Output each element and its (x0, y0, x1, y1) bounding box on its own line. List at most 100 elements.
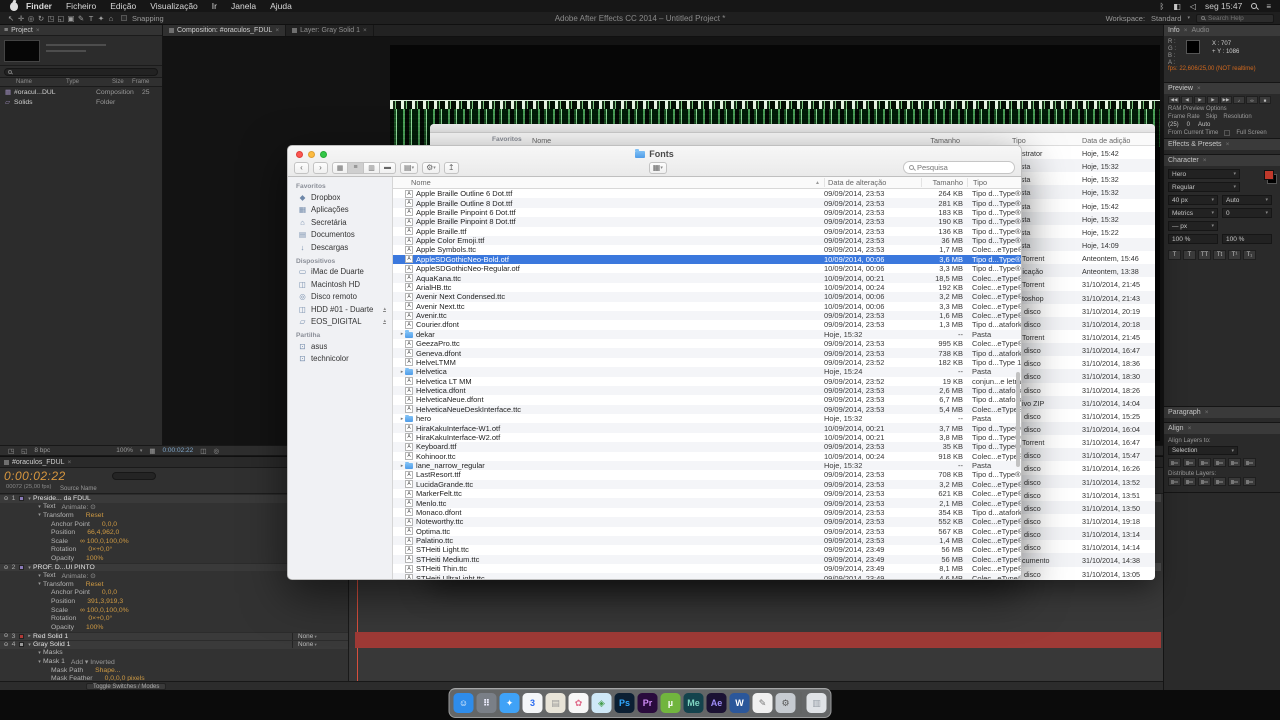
distribute-v-center-icon[interactable] (1183, 477, 1196, 486)
horizontal-scale-field[interactable]: 100 % (1222, 234, 1272, 244)
back-button[interactable]: ‹ (294, 161, 309, 174)
sidebar-item[interactable]: ▭ iMac de Duarte ▴ (288, 266, 392, 279)
timeline-row[interactable]: Scale ∞ 100,0,100,0% (0, 606, 348, 615)
tracking-value-field[interactable]: 0 ▾ (1222, 208, 1272, 218)
scrollbar[interactable] (1016, 372, 1020, 467)
safari-dock-icon[interactable]: ✦ (499, 693, 520, 713)
dock-icon[interactable]: 3 (522, 693, 543, 713)
dock-icon[interactable]: ✎ (752, 693, 773, 713)
file-row[interactable]: HiraKakuInterface-W1.otf 10/09/2014, 00:… (393, 423, 1021, 433)
ram-preview-icon[interactable]: ■ (1259, 96, 1271, 104)
timeline-row[interactable]: Rotation 0×+0,0° (0, 614, 348, 623)
file-row[interactable]: Apple Braille Pinpoint 6 Dot.ttf 09/09/2… (393, 208, 1021, 217)
file-row[interactable]: LastResort.ttf 09/09/2014, 23:53 708 KB … (393, 470, 1021, 479)
pen-tool-icon[interactable]: ✎ (76, 14, 86, 23)
extra-dropdown-button[interactable]: ▦ ▾ (648, 161, 667, 174)
paragraph-panel-title[interactable]: Paragraph (1168, 409, 1201, 416)
photos-dock-icon[interactable]: ✿ (568, 693, 589, 713)
timeline-row[interactable]: Anchor Point 0,0,0 (0, 589, 348, 598)
bit-depth[interactable]: 8 bpc (34, 447, 50, 454)
after-effects-dock-icon[interactable]: Ae (706, 693, 727, 713)
first-frame-icon[interactable]: ◀◀ (1168, 96, 1180, 104)
puppet-tool-icon[interactable]: ⌂ (106, 14, 116, 23)
file-row[interactable]: Palatino.ttc 09/09/2014, 23:53 1,4 MB Co… (393, 535, 1021, 546)
timeline-layer-bar[interactable] (355, 631, 1161, 640)
character-panel-title[interactable]: Character (1168, 157, 1199, 164)
notification-center-icon[interactable]: ≡ (1266, 2, 1272, 11)
column-view-icon[interactable]: ▥ (364, 161, 380, 174)
sidebar-item[interactable]: ◫ Macintosh HD ▴ (288, 278, 392, 291)
kerning-field[interactable]: Auto ▾ (1222, 195, 1272, 205)
source-name-column-header[interactable]: Source Name (60, 486, 97, 492)
align-to-dropdown[interactable]: Selection ▾ (1168, 446, 1238, 455)
layer-color-chip[interactable] (19, 496, 24, 502)
align-v-center-icon[interactable] (1228, 458, 1241, 467)
resolution-value[interactable]: Auto (1198, 122, 1210, 128)
file-row[interactable]: Apple Braille Outline 8 Dot.ttf 09/09/20… (393, 198, 1021, 208)
file-row[interactable]: Noteworthy.ttc 09/09/2014, 23:53 552 KB … (393, 517, 1021, 527)
small-caps-icon[interactable]: Tt (1213, 250, 1226, 260)
effects-panel-title[interactable]: Effects & Presets (1168, 141, 1222, 148)
from-current-time-label[interactable]: From Current Time (1168, 130, 1218, 136)
font-style-field[interactable]: Regular ▾ (1168, 182, 1240, 192)
timeline-row[interactable]: Opacity 100% (0, 623, 348, 632)
align-left-icon[interactable] (1168, 458, 1181, 467)
file-row[interactable]: HelveticaNeueDeskInterface.ttc 09/09/201… (393, 404, 1021, 414)
audio-panel-tab[interactable]: Audio (1191, 27, 1209, 34)
sidebar-item[interactable]: ⊡ technicolor ▴ (288, 353, 392, 366)
file-row[interactable]: STHeiti Medium.ttc 09/09/2014, 23:49 56 … (393, 554, 1021, 564)
sidebar-item[interactable]: ◫ HDD #01 - Duarte ▴ (288, 303, 392, 316)
distribute-right-icon[interactable] (1243, 477, 1256, 486)
layer-color-chip[interactable] (19, 642, 24, 648)
panel-menu-icon[interactable]: ≡ (4, 27, 8, 34)
premiere-dock-icon[interactable]: Pr (637, 693, 658, 713)
property-value[interactable]: ∞ 100,0,100,0% (80, 607, 129, 614)
media-encoder-dock-icon[interactable]: Me (683, 693, 704, 713)
file-row[interactable]: Apple Symbols.ttc 09/09/2014, 23:53 1,7 … (393, 245, 1021, 254)
system-preferences-dock-icon[interactable]: ⚙ (775, 693, 796, 713)
distribute-left-icon[interactable] (1213, 477, 1226, 486)
distribute-bottom-icon[interactable] (1198, 477, 1211, 486)
property-value[interactable]: Reset (86, 581, 104, 588)
file-row[interactable]: MarkerFelt.ttc 09/09/2014, 23:53 621 KB … (393, 489, 1021, 498)
close-icon[interactable]: × (1188, 425, 1192, 432)
composition-tab[interactable]: Layer: Gray Solid 1 × (286, 25, 374, 36)
toggle-switches-modes-button[interactable]: Toggle Switches / Modes (86, 682, 167, 690)
vertical-scale-field[interactable]: 100 % (1168, 234, 1218, 244)
file-row[interactable]: Optima.ttc 09/09/2014, 23:53 567 KB Cole… (393, 527, 1021, 536)
row-extra[interactable]: Add ▾ Inverted (71, 658, 115, 666)
viewer-timecode[interactable]: 0:00:02:22 (163, 447, 194, 454)
timeline-row[interactable]: ⊙ 4 ▾ Gray Solid 1 None (0, 640, 348, 649)
file-row[interactable]: hero Hoje, 15:32 -- Pasta (393, 414, 1021, 423)
menu-item[interactable]: Ir (205, 0, 224, 12)
file-row[interactable]: Helvetica LT MM 09/09/2014, 23:52 19 KB … (393, 377, 1021, 386)
sidebar-item[interactable]: ▤ Documentos ▴ (288, 229, 392, 242)
search-help-input[interactable] (1208, 14, 1269, 22)
align-right-icon[interactable] (1198, 458, 1211, 467)
search-field[interactable] (903, 161, 1015, 174)
zoom-level[interactable]: 100% (116, 447, 133, 454)
composition-tab[interactable]: Composition: #oraculos_FDUL × (163, 25, 287, 36)
file-row[interactable]: dekar Hoje, 15:32 -- Pasta (393, 329, 1021, 339)
type-column-header[interactable]: Tipo (967, 178, 1021, 187)
dock-icon[interactable]: Ae (706, 693, 727, 713)
grid-icon[interactable]: ▦ (149, 447, 155, 455)
file-row[interactable]: Menlo.ttc 09/09/2014, 23:53 2,1 MB Colec… (393, 498, 1021, 508)
dock-icon[interactable]: ⠿ (476, 693, 497, 713)
date-column-header[interactable]: Data de alteração (824, 178, 921, 187)
dock-icon[interactable]: ◈ (591, 693, 612, 713)
twirl-icon[interactable]: ▾ (36, 650, 43, 656)
parent-dropdown[interactable]: None (292, 641, 346, 649)
visibility-eye-icon[interactable]: ⊙ (2, 642, 10, 648)
arrange-button[interactable]: ▤ ▾ (400, 161, 419, 174)
snapshot-icon[interactable]: ◫ (200, 447, 206, 455)
file-row[interactable]: lane_narrow_regular Hoje, 15:32 -- Pasta (393, 460, 1021, 471)
name-column-header[interactable]: Nome ▲ (393, 178, 824, 187)
brush-tool-icon[interactable]: ✦ (96, 14, 106, 23)
dock-icon[interactable]: ⚙ (775, 693, 796, 713)
property-value[interactable]: 66,4,962,0 (87, 529, 119, 536)
preview-panel-title[interactable]: Preview (1168, 85, 1193, 92)
dock-icon[interactable]: W (729, 693, 750, 713)
share-button[interactable]: ↥ (443, 161, 459, 174)
column-header[interactable]: Name (16, 79, 66, 85)
